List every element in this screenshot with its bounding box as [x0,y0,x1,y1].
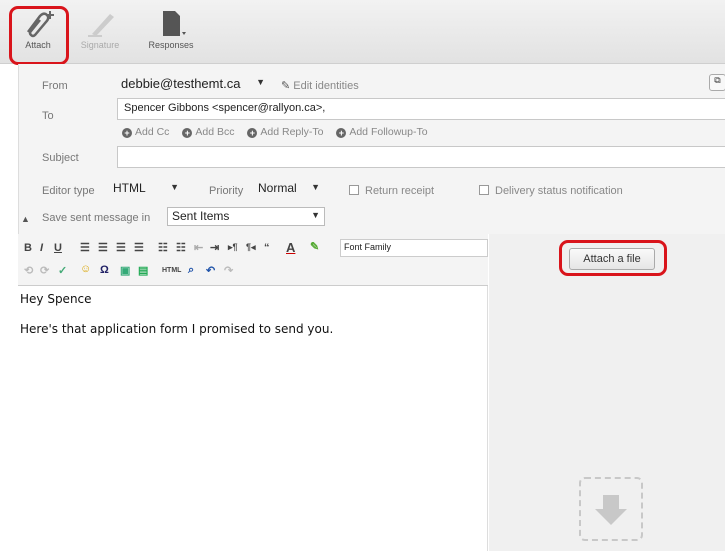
special-char-icon[interactable]: Ω [100,264,109,276]
edit-identities-link[interactable]: ✎ Edit identities [281,79,359,92]
italic-button[interactable]: I [40,242,43,254]
highlight-color-icon[interactable]: ✎ [310,240,319,253]
find-replace-icon[interactable]: ⌕ [188,264,194,277]
undo-arrow-icon[interactable]: ↶ [206,264,215,277]
window-icon[interactable]: ⧉ [709,74,725,91]
align-left-icon[interactable]: ☰ [80,241,90,254]
responses-toolbar-button[interactable]: Responses [136,8,206,50]
chevron-down-icon: ▼ [311,182,320,192]
delivery-status-label: Delivery status notification [495,185,623,197]
drop-zone[interactable] [579,477,643,541]
bullet-list-icon[interactable]: ☷ [158,241,168,254]
indent-icon[interactable]: ⇥ [210,241,219,254]
font-family-label: Font Family [344,242,392,252]
plus-icon: + [182,128,193,138]
attach-highlight [9,6,69,65]
align-center-icon[interactable]: ☰ [98,241,108,254]
plus-icon: + [122,128,132,138]
align-right-icon[interactable]: ☰ [116,241,126,254]
editor-toolbar: B I U ☰ ☰ ☰ ☰ ☷ ☷ ⇤ ⇥ ▸¶ ¶◂ “ A ✎ Font F… [18,234,488,286]
editor-type-select[interactable]: HTML ▼ [109,180,183,200]
priority-value: Normal [258,181,297,195]
return-receipt-option[interactable]: Return receipt [349,185,434,197]
edit-identities-label: Edit identities [293,80,359,92]
message-body-editor[interactable]: Hey Spence Here's that application form … [18,286,488,551]
body-line: Hey Spence [20,292,92,306]
add-followup-to-label: Add Followup-To [349,126,428,138]
emoticon-icon[interactable]: ☺ [80,263,91,275]
save-sent-value: Sent Items [172,209,230,223]
pen-icon [88,14,114,37]
undo-icon[interactable]: ⟲ [24,264,33,277]
font-family-select[interactable]: Font Family [340,239,488,257]
chevron-down-icon: ▼ [170,182,179,192]
body-line: Here's that application form I promised … [20,322,334,336]
download-arrow-icon [595,495,627,525]
text-color-icon[interactable]: A [286,240,295,255]
add-followup-to-link[interactable]: + Add Followup-To [336,126,428,138]
to-value: Spencer Gibbons <spencer@rallyon.ca>, [124,102,326,114]
return-receipt-checkbox[interactable] [349,185,359,195]
image-icon[interactable]: ▣ [120,264,130,277]
chevron-down-icon: ▼ [256,77,265,87]
attachment-pane: Attach a file [489,234,725,551]
responses-label: Responses [148,40,194,50]
bold-button[interactable]: B [24,242,32,254]
blockquote-icon[interactable]: “ [264,242,270,254]
editor-type-value: HTML [113,181,146,195]
signature-label: Signature [80,40,120,50]
attach-file-highlight [559,240,667,276]
editor-type-label: Editor type [42,185,95,197]
priority-select[interactable]: Normal ▼ [254,180,324,200]
spellcheck-icon[interactable]: ✓ [58,264,67,277]
signature-toolbar-button[interactable]: Signature [70,8,130,50]
save-sent-label: Save sent message in [42,212,151,224]
to-label: To [42,110,54,122]
redo-arrow-icon[interactable]: ↷ [224,264,233,277]
chevron-down-icon: ▼ [311,210,320,220]
subject-field[interactable] [117,146,725,168]
delivery-status-checkbox[interactable] [479,185,489,195]
media-icon[interactable]: ▤ [138,264,148,277]
subject-label: Subject [42,152,79,164]
redo-icon[interactable]: ⟳ [40,264,49,277]
justify-icon[interactable]: ☰ [134,241,144,254]
add-cc-label: Add Cc [135,126,170,138]
priority-label: Priority [209,185,244,197]
add-reply-to-link[interactable]: + Add Reply-To [247,126,323,138]
rtl-icon[interactable]: ¶◂ [246,242,256,253]
html-source-icon[interactable]: HTML [162,267,181,274]
underline-button[interactable]: U [54,242,62,254]
message-headers: From debbie@testhemt.ca ▼ ✎ Edit identit… [18,64,725,234]
from-value: debbie@testhemt.ca [121,76,241,91]
save-sent-select[interactable]: Sent Items ▼ [167,207,325,226]
ltr-icon[interactable]: ▸¶ [228,242,238,253]
plus-icon: + [247,128,258,138]
plus-icon: + [336,128,347,138]
pencil-icon: ✎ [281,80,291,92]
return-receipt-label: Return receipt [365,185,435,197]
add-reply-to-label: Add Reply-To [260,126,324,138]
outdent-icon[interactable]: ⇤ [194,241,203,254]
from-label: From [42,80,68,92]
add-header-links: + Add Cc + Add Bcc + Add Reply-To + Add Foll… [122,126,428,138]
collapse-triangle-icon[interactable]: ▲ [21,214,30,224]
compose-toolbar: Attach Signature Responses [0,0,725,64]
to-field[interactable]: Spencer Gibbons <spencer@rallyon.ca>, [117,98,725,120]
document-dropdown-icon [163,11,186,36]
add-cc-link[interactable]: + Add Cc [122,126,169,138]
from-select[interactable]: debbie@testhemt.ca ▼ [117,75,269,95]
add-bcc-link[interactable]: + Add Bcc [182,126,234,138]
delivery-status-option[interactable]: Delivery status notification [479,185,623,197]
numbered-list-icon[interactable]: ☷ [176,241,186,254]
add-bcc-label: Add Bcc [195,126,235,138]
